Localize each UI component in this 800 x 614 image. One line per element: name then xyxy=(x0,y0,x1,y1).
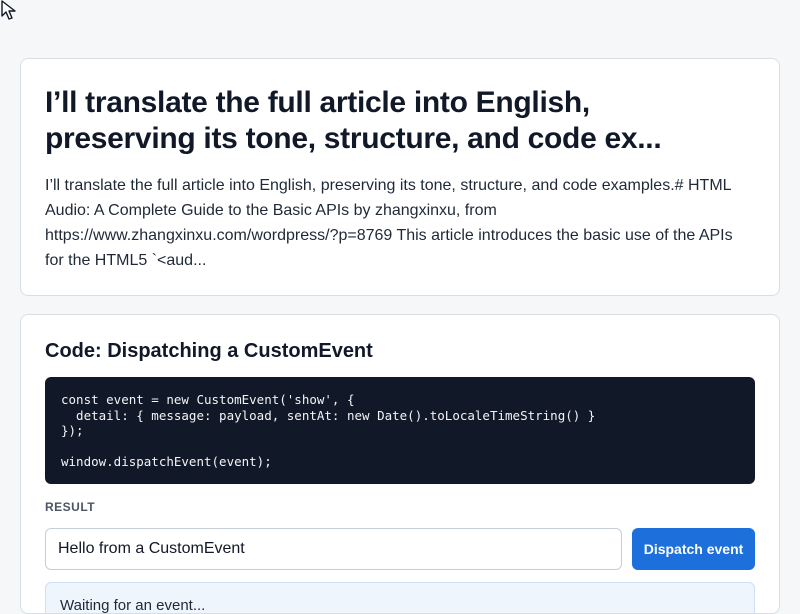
article-title-line-2: preserving its tone, structure, and code… xyxy=(45,122,662,155)
article-title: I’ll translate the full article into Eng… xyxy=(45,85,755,157)
code-example-card: Code: Dispatching a CustomEvent const ev… xyxy=(20,314,780,614)
result-label: RESULT xyxy=(45,500,96,514)
result-status-box: Waiting for an event... xyxy=(45,582,755,613)
result-message-input[interactable] xyxy=(45,528,622,570)
dispatch-event-button[interactable]: Dispatch event xyxy=(632,528,755,570)
mouse-pointer-icon xyxy=(1,0,16,20)
code-block: const event = new CustomEvent('show', { … xyxy=(45,377,755,484)
article-title-line-1: I’ll translate the full article into Eng… xyxy=(45,86,590,119)
article-excerpt: I’ll translate the full article into Eng… xyxy=(45,177,733,269)
code-section-title: Code: Dispatching a CustomEvent xyxy=(45,340,373,362)
page-content: I’ll translate the full article into Eng… xyxy=(20,58,780,614)
article-card: I’ll translate the full article into Eng… xyxy=(20,58,780,296)
result-controls: Dispatch event xyxy=(45,528,755,570)
